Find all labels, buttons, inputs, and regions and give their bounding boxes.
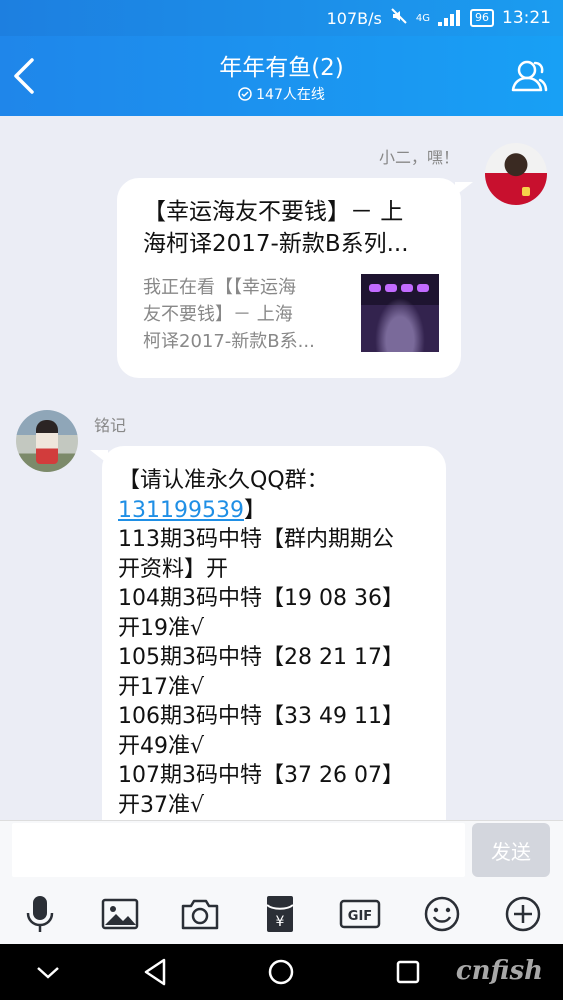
red-packet-icon[interactable]: ¥ bbox=[259, 893, 301, 935]
message-input[interactable] bbox=[12, 823, 465, 877]
avatar[interactable] bbox=[485, 143, 547, 205]
send-button[interactable]: 发送 bbox=[472, 823, 550, 877]
signal-icon bbox=[438, 10, 462, 26]
clock: 13:21 bbox=[502, 8, 551, 28]
network-label: 4G bbox=[415, 12, 430, 24]
recents-icon[interactable] bbox=[390, 954, 426, 990]
share-card-description: 我正在看【【幸运海 友不要钱】－ 上海 柯译2017-新款B系... bbox=[143, 274, 349, 355]
share-desc-line: 友不要钱】－ 上海 bbox=[143, 304, 293, 325]
thumbnail-light bbox=[385, 284, 397, 292]
collapse-icon[interactable] bbox=[30, 954, 66, 990]
input-toolbar: ¥ GIF bbox=[0, 889, 563, 939]
microphone-icon[interactable] bbox=[19, 893, 61, 935]
message-line: 131199539】 bbox=[118, 496, 436, 526]
message-line: 105期3码中特【28 21 17】 bbox=[118, 645, 404, 670]
sender-name: 铭记 bbox=[94, 416, 127, 435]
image-icon[interactable] bbox=[99, 893, 141, 935]
system-nav-bar: cnfish bbox=[0, 944, 563, 1000]
message-line: 【请认准永久QQ群： bbox=[118, 468, 329, 493]
avatar[interactable] bbox=[16, 410, 78, 472]
message-line: 开19准√ bbox=[118, 615, 205, 641]
check-circle-icon bbox=[238, 87, 252, 101]
chat-header: 年年有鱼(2) 147人在线 bbox=[0, 36, 563, 116]
emoji-icon[interactable] bbox=[421, 893, 463, 935]
message-list[interactable]: 小二，嘿！ 【幸运海友不要钱】－ 上 海柯译2017-新款B系列... 我正在看… bbox=[0, 116, 563, 820]
plus-icon[interactable] bbox=[502, 893, 544, 935]
share-title-line: 海柯译2017-新款B系列... bbox=[143, 231, 409, 257]
share-desc-line: 柯译2017-新款B系... bbox=[143, 331, 315, 352]
back-nav-icon[interactable] bbox=[138, 954, 174, 990]
online-count-text: 147人在线 bbox=[256, 87, 325, 103]
thumbnail-light bbox=[401, 284, 413, 292]
svg-text:GIF: GIF bbox=[348, 909, 372, 924]
gif-icon[interactable]: GIF bbox=[339, 893, 381, 935]
share-card-thumbnail bbox=[361, 274, 439, 352]
battery-icon: 96 bbox=[470, 9, 494, 27]
status-right: 107B/s 4G 96 13:21 bbox=[327, 6, 551, 30]
share-card-bubble[interactable]: 【幸运海友不要钱】－ 上 海柯译2017-新款B系列... 我正在看【【幸运海 … bbox=[117, 178, 473, 378]
online-count: 147人在线 bbox=[0, 84, 563, 104]
group-members-button[interactable] bbox=[507, 54, 551, 98]
message-line: 开17准√ bbox=[118, 674, 205, 700]
mute-icon bbox=[390, 7, 408, 29]
message-text: 【请认准永久QQ群： 131199539】 113期3码中特【群内期期公 开资料… bbox=[118, 466, 436, 820]
message-line: 107期3码中特【37 26 07】 bbox=[118, 763, 404, 788]
message-line: 113期3码中特【群内期期公 bbox=[118, 527, 394, 552]
sender-name: 小二，嘿！ bbox=[378, 148, 459, 167]
net-speed: 107B/s bbox=[326, 8, 382, 28]
input-area: 发送 ¥ GIF bbox=[0, 820, 563, 944]
message-line: 104期3码中特【19 08 36】 bbox=[118, 586, 404, 611]
watermark-logo: cnfish bbox=[455, 956, 543, 986]
thumbnail-light bbox=[369, 284, 381, 292]
qq-group-link[interactable]: 131199539 bbox=[118, 498, 244, 523]
share-desc-line: 我正在看【【幸运海 bbox=[143, 277, 296, 298]
message-line-suffix: 】 bbox=[243, 497, 266, 523]
message-line: 106期3码中特【33 49 11】 bbox=[118, 704, 404, 729]
home-icon[interactable] bbox=[263, 954, 299, 990]
chat-title: 年年有鱼(2) bbox=[219, 55, 344, 81]
message-line: 开37准√ bbox=[118, 792, 205, 818]
share-card-title: 【幸运海友不要钱】－ 上 海柯译2017-新款B系列... bbox=[143, 196, 443, 260]
share-title-line: 【幸运海友不要钱】－ 上 bbox=[143, 199, 404, 225]
team-crest-icon bbox=[522, 187, 530, 196]
text-message-bubble[interactable]: 【请认准永久QQ群： 131199539】 113期3码中特【群内期期公 开资料… bbox=[90, 446, 446, 820]
message-line: 开49准√ bbox=[118, 733, 205, 759]
thumbnail-light bbox=[417, 284, 429, 292]
camera-icon[interactable] bbox=[179, 893, 221, 935]
person-figure bbox=[36, 420, 58, 464]
status-bar: 107B/s 4G 96 13:21 bbox=[0, 0, 563, 36]
svg-text:¥: ¥ bbox=[276, 914, 285, 930]
message-line: 开资料】开 bbox=[118, 556, 229, 582]
